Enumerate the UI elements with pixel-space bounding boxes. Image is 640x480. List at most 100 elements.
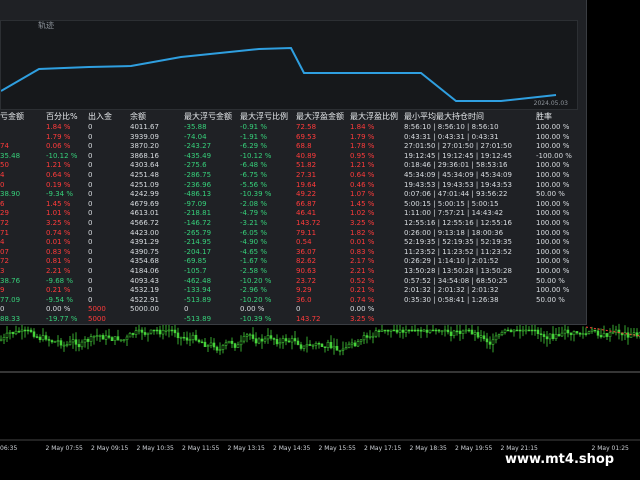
candle-body [305, 344, 309, 347]
table-cell: 0:43:31 | 0:43:31 | 0:43:31 [404, 132, 499, 141]
table-cell: 0 [88, 295, 93, 304]
candle-body [233, 343, 237, 348]
table-cell: 2.21 % [350, 267, 375, 275]
candle-body [185, 337, 189, 341]
table-cell: 77.09 [0, 295, 21, 304]
candle-body [473, 332, 477, 335]
candle-body [506, 329, 510, 332]
table-cell: 0.95 % [350, 151, 375, 160]
table-cell: -513.89 [184, 315, 212, 323]
table-row: 9 0.21 % 0 4532.19 -133.94 -2.96 % 9.29 0.21 % 2… [0, 286, 586, 296]
candle-body [140, 329, 144, 333]
table-cell: 4390.75 [130, 247, 159, 256]
candle-body [479, 335, 483, 338]
table-cell: 71 [0, 228, 9, 237]
table-cell: -2.58 % [240, 267, 267, 275]
table-cell: 0.81 % [46, 257, 71, 266]
candle-body [437, 329, 441, 332]
col-header: 最小平均最大持仓时间 [404, 112, 484, 121]
table-cell: 4093.43 [130, 276, 159, 285]
table-cell: -6.75 % [240, 171, 267, 179]
table-cell: 52:19:35 | 52:19:35 | 52:19:35 [404, 238, 512, 247]
candle-body [146, 332, 150, 335]
candle-body [287, 340, 291, 343]
table-cell: 100.00 % [536, 171, 570, 179]
candle-body [74, 339, 78, 345]
candle-body [593, 329, 597, 332]
candle-body [20, 329, 24, 333]
candle-body [95, 335, 99, 337]
table-cell: -69.85 [184, 257, 207, 266]
table-row: 50 1.21 % 0 4303.64 -275.6 -6.48 % 51.82 1.21 %… [0, 161, 586, 171]
table-cell: 2.21 % [46, 267, 71, 275]
candle-body [32, 331, 36, 337]
table-cell: 79.11 [296, 228, 317, 237]
table-cell: 100.00 % [536, 209, 570, 218]
table-cell: -435.49 [184, 151, 212, 160]
table-cell: 0 [88, 286, 93, 295]
candle-body [410, 329, 414, 332]
candle-body [26, 329, 30, 332]
table-cell: 5000 [88, 315, 106, 323]
time-axis-tick: 2 May 10:35 [136, 445, 174, 452]
table-cell: 1.79 % [350, 132, 375, 141]
candle-body [434, 329, 438, 332]
candle-body [143, 332, 147, 335]
table-cell: 6 [0, 199, 5, 208]
table-cell: 100.00 % [536, 286, 570, 295]
candle-body [320, 343, 324, 347]
table-cell: 19:12:45 | 19:12:45 | 19:12:45 [404, 151, 512, 160]
candle-body [530, 329, 534, 332]
candle-body [494, 335, 498, 341]
table-cell: 4184.06 [130, 267, 159, 275]
candle-body [209, 342, 213, 346]
candle-body [395, 329, 399, 333]
table-cell: 0:26:00 | 9:13:18 | 18:00:36 [404, 228, 504, 237]
candle-body [242, 336, 246, 342]
table-row: 35.48 -10.12 % 0 3868.16 -435.49 -10.12 % 40.8… [0, 152, 586, 162]
table-cell: 23.72 [296, 276, 317, 285]
equity-curve [0, 46, 557, 102]
table-cell: 1.01 % [46, 209, 71, 218]
table-cell: -286.75 [184, 171, 212, 179]
table-row: 1.84 % 0 4011.67 -35.88 -0.91 % 72.58 1.84 % 8:… [0, 123, 586, 133]
candle-body [557, 334, 561, 337]
col-header: 亏金额 [0, 112, 24, 121]
table-cell: 50.00 % [536, 295, 565, 304]
table-cell: 0.74 % [350, 295, 375, 304]
candle-body [401, 329, 405, 333]
candle-body [548, 333, 552, 340]
candle-body [365, 335, 369, 338]
table-row: 0 0.00 % 5000 5000.00 0 0.00 % 0 0.00 % [0, 305, 586, 315]
equity-date: 2024.05.03 [533, 100, 568, 107]
candle-body [164, 330, 168, 332]
table-cell: -74.04 [184, 132, 207, 141]
watermark: www.mt4.shop [505, 452, 615, 467]
candle-body [515, 329, 519, 332]
candle-body [224, 342, 228, 346]
candle-body [602, 333, 606, 338]
candle-body [422, 329, 426, 332]
time-axis-tick: 2 May 09:15 [91, 445, 129, 452]
table-cell: 0 [88, 209, 93, 218]
table-cell: 3870.20 [130, 142, 159, 151]
candle-body [227, 340, 231, 344]
table-cell: 0.74 % [46, 228, 71, 237]
candle-body [458, 330, 462, 334]
equity-title: 轨迹 [38, 21, 54, 30]
table-cell: 72 [0, 257, 9, 266]
table-cell: 1.79 % [46, 132, 71, 141]
candle-body [572, 331, 576, 336]
candle-body [50, 340, 54, 343]
table-cell: 68.8 [296, 142, 312, 151]
table-cell: 0.19 % [46, 180, 71, 189]
candle-body [374, 330, 378, 337]
table-cell: -4.65 % [240, 247, 267, 256]
table-cell: 100.00 % [536, 132, 570, 141]
table-cell: -133.94 [184, 286, 212, 295]
candle-body [518, 329, 522, 332]
table-cell: 35.48 [0, 151, 21, 160]
table-cell: 0.83 % [350, 247, 375, 256]
candle-body [107, 335, 111, 338]
candle-body [59, 340, 63, 346]
